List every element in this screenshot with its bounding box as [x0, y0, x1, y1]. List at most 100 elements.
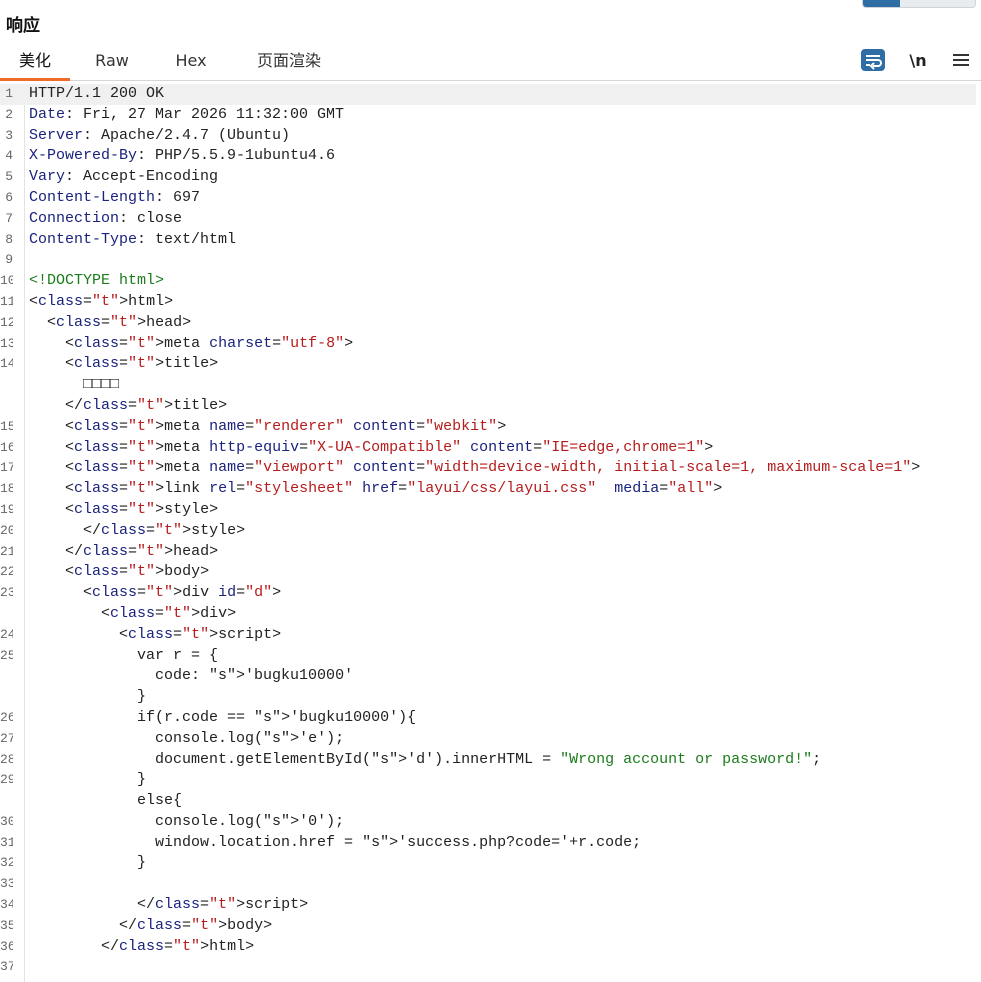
code-line[interactable]: 25 var r = {: [0, 646, 981, 667]
code-line[interactable]: 12 <class="t">head>: [0, 313, 981, 334]
line-number: 22: [0, 564, 13, 580]
line-number: 6: [5, 189, 13, 205]
code-text: <class="t">div id="d">: [29, 584, 282, 602]
code-text: <class="t">body>: [29, 563, 210, 581]
code-line[interactable]: 21 </class="t">head>: [0, 542, 981, 563]
code-line[interactable]: 8 Content-Type: text/html: [0, 230, 981, 251]
line-number: 7: [5, 210, 13, 226]
code-line[interactable]: 4 X-Powered-By: PHP/5.5.9-1ubuntu4.6: [0, 146, 981, 167]
code-text: <class="t">meta name="viewport" content=…: [29, 459, 921, 477]
code-text: </class="t">title>: [29, 396, 228, 414]
code-text: HTTP/1.1 200 OK: [29, 85, 165, 102]
line-number: [0, 791, 13, 812]
line-number: 4: [5, 148, 13, 164]
line-number: 28: [0, 751, 13, 767]
code-line[interactable]: }: [0, 687, 981, 708]
code-line[interactable]: 7 Connection: close: [0, 209, 981, 230]
code-line[interactable]: 10 <!DOCTYPE html>: [0, 271, 981, 292]
code-text: <class="t">div>: [29, 604, 237, 622]
code-line[interactable]: 11 <class="t">html>: [0, 292, 981, 313]
code-line[interactable]: 1 HTTP/1.1 200 OK: [0, 84, 976, 105]
hamburger-menu-icon[interactable]: [948, 47, 974, 73]
line-number: 15: [0, 418, 13, 434]
code-text: <class="t">meta http-equiv="X-UA-Compati…: [29, 438, 714, 456]
line-number: 3: [5, 127, 13, 143]
code-line[interactable]: else{: [0, 791, 981, 812]
code-line[interactable]: 34 </class="t">script>: [0, 895, 981, 916]
code-text: console.log("s">'e');: [29, 729, 345, 747]
code-text: code: "s">'bugku10000': [29, 667, 354, 685]
code-line[interactable]: 28 document.getElementById("s">'d').inne…: [0, 750, 981, 771]
code-text: Date: Fri, 27 Mar 2026 11:32:00 GMT: [29, 105, 345, 123]
line-number: 25: [0, 647, 13, 663]
code-text: console.log("s">'0');: [29, 812, 345, 830]
code-text: </class="t">script>: [29, 896, 309, 914]
line-number: 35: [0, 917, 13, 933]
view-toggle[interactable]: [862, 0, 976, 8]
code-line[interactable]: 33: [0, 874, 981, 895]
line-number: 26: [0, 709, 13, 725]
line-number: 2: [5, 106, 13, 122]
line-number: [0, 604, 13, 625]
code-text: </class="t">html>: [29, 937, 255, 955]
code-line[interactable]: 35 </class="t">body>: [0, 916, 981, 937]
code-text: <class="t">meta charset="utf-8">: [29, 334, 354, 352]
code-line[interactable]: 22 <class="t">body>: [0, 562, 981, 583]
code-line[interactable]: 16 <class="t">meta http-equiv="X-UA-Comp…: [0, 438, 981, 459]
code-line[interactable]: 30 console.log("s">'0');: [0, 812, 981, 833]
code-line[interactable]: □□□□: [0, 375, 981, 396]
code-line[interactable]: 2 Date: Fri, 27 Mar 2026 11:32:00 GMT: [0, 105, 981, 126]
tab-raw[interactable]: Raw: [84, 46, 140, 78]
newline-toggle[interactable]: \n: [904, 47, 932, 73]
code-line[interactable]: 17 <class="t">meta name="viewport" conte…: [0, 458, 981, 479]
code-line[interactable]: 31 window.location.href = "s">'success.p…: [0, 833, 981, 854]
code-line[interactable]: 23 <class="t">div id="d">: [0, 583, 981, 604]
code-line[interactable]: 26 if(r.code == "s">'bugku10000'){: [0, 708, 981, 729]
code-line[interactable]: code: "s">'bugku10000': [0, 666, 981, 687]
line-number: 18: [0, 481, 13, 497]
line-number: 33: [0, 876, 13, 892]
code-text: Content-Type: text/html: [29, 230, 237, 248]
line-number: [0, 666, 13, 687]
code-line[interactable]: 6 Content-Length: 697: [0, 188, 981, 209]
code-line[interactable]: 15 <class="t">meta name="renderer" conte…: [0, 417, 981, 438]
code-line[interactable]: 9: [0, 250, 981, 271]
code-line[interactable]: 29 }: [0, 770, 981, 791]
code-line[interactable]: 19 <class="t">style>: [0, 500, 981, 521]
line-number: [0, 375, 13, 396]
code-text: var r = {: [29, 646, 219, 664]
code-text: else{: [29, 792, 183, 810]
code-line[interactable]: 13 <class="t">meta charset="utf-8">: [0, 334, 981, 355]
pane-title: 响应: [6, 16, 40, 36]
code-line[interactable]: 24 <class="t">script>: [0, 625, 981, 646]
code-line[interactable]: 3 Server: Apache/2.4.7 (Ubuntu): [0, 126, 981, 147]
code-line[interactable]: 14 <class="t">title>: [0, 354, 981, 375]
tab-render[interactable]: 页面渲染: [242, 46, 336, 78]
code-line[interactable]: 27 console.log("s">'e');: [0, 729, 981, 750]
code-text: </class="t">head>: [29, 542, 219, 560]
line-number: 23: [0, 585, 13, 601]
line-number: 8: [5, 231, 13, 247]
line-number: 20: [0, 522, 13, 538]
code-line[interactable]: </class="t">title>: [0, 396, 981, 417]
code-text: }: [29, 854, 147, 872]
code-line[interactable]: 18 <class="t">link rel="stylesheet" href…: [0, 479, 981, 500]
response-editor[interactable]: 1 HTTP/1.1 200 OK 2 Date: Fri, 27 Mar 2026 …: [0, 84, 981, 978]
line-number: 29: [0, 772, 13, 788]
wrap-lines-icon[interactable]: [860, 47, 886, 73]
code-text: Vary: Accept-Encoding: [29, 168, 219, 186]
code-text: Content-Length: 697: [29, 188, 201, 206]
code-line[interactable]: 37: [0, 957, 981, 978]
code-line[interactable]: 32 }: [0, 853, 981, 874]
code-line[interactable]: 36 </class="t">html>: [0, 937, 981, 958]
code-text: <!DOCTYPE html>: [29, 272, 165, 290]
code-line[interactable]: 20 </class="t">style>: [0, 521, 981, 542]
code-text: <class="t">style>: [29, 500, 219, 518]
line-number: 27: [0, 730, 13, 746]
tab-bar: 美化 Raw Hex 页面渲染: [0, 46, 981, 81]
tab-hex[interactable]: Hex: [163, 46, 219, 78]
code-line[interactable]: <class="t">div>: [0, 604, 981, 625]
code-line[interactable]: 5 Vary: Accept-Encoding: [0, 167, 981, 188]
tab-pretty[interactable]: 美化: [0, 46, 70, 81]
line-number: 9: [5, 252, 13, 268]
